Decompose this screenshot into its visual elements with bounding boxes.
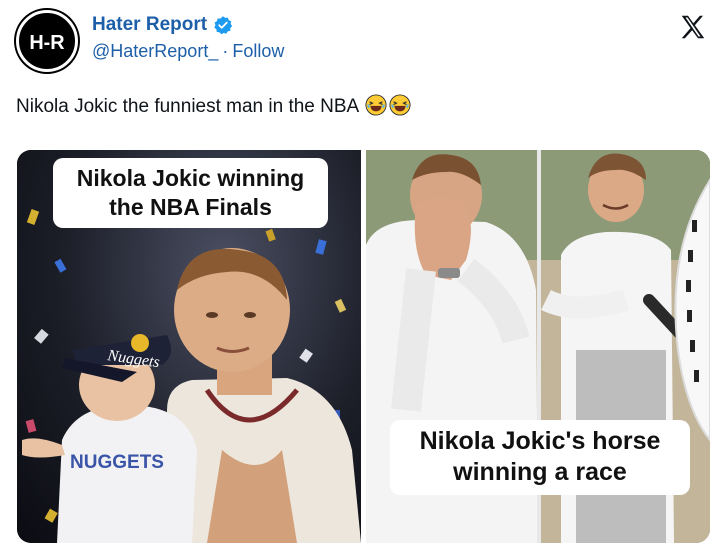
x-logo-icon[interactable] [678, 12, 708, 42]
tweet-media[interactable]: Nuggets NUGGETS Nikola Jokic winning the… [17, 150, 710, 543]
shirt-text: NUGGETS [70, 452, 164, 473]
hater-report-logo: H-R [20, 14, 74, 68]
left-caption-line2: the NBA Finals [109, 193, 272, 220]
handle[interactable]: @HaterReport_ [92, 41, 218, 61]
verified-badge-icon [214, 16, 233, 35]
media-left-panel[interactable]: Nuggets NUGGETS Nikola Jokic winning the… [17, 150, 361, 543]
laughing-emoji-icon [389, 94, 412, 116]
separator-dot: · [222, 41, 229, 61]
tweet-header: H-R Hater Report @HaterReport_ · Follow [16, 8, 716, 72]
laughing-emoji-icon [365, 94, 388, 116]
tweet-body: Nikola Jokic the funniest man in the NBA [16, 96, 359, 117]
display-name-row: Hater Report [92, 14, 233, 36]
media-right-panel[interactable]: Nikola Jokic's horse winning a race [366, 150, 710, 543]
follow-link[interactable]: Follow [232, 41, 284, 61]
right-caption: Nikola Jokic's horse winning a race [390, 420, 690, 495]
left-caption-line1: Nikola Jokic winning [76, 165, 305, 191]
tweet-text: Nikola Jokic the funniest man in the NBA [16, 94, 412, 118]
right-caption-line2: winning a race [453, 458, 627, 487]
right-caption-line1: Nikola Jokic's horse [419, 427, 661, 455]
display-name[interactable]: Hater Report [92, 14, 207, 36]
left-caption: Nikola Jokic winning the NBA Finals [53, 158, 328, 228]
handle-row: @HaterReport_ · Follow [92, 41, 284, 62]
avatar-logo-text: H-R [29, 32, 64, 54]
avatar[interactable]: H-R [16, 10, 78, 72]
